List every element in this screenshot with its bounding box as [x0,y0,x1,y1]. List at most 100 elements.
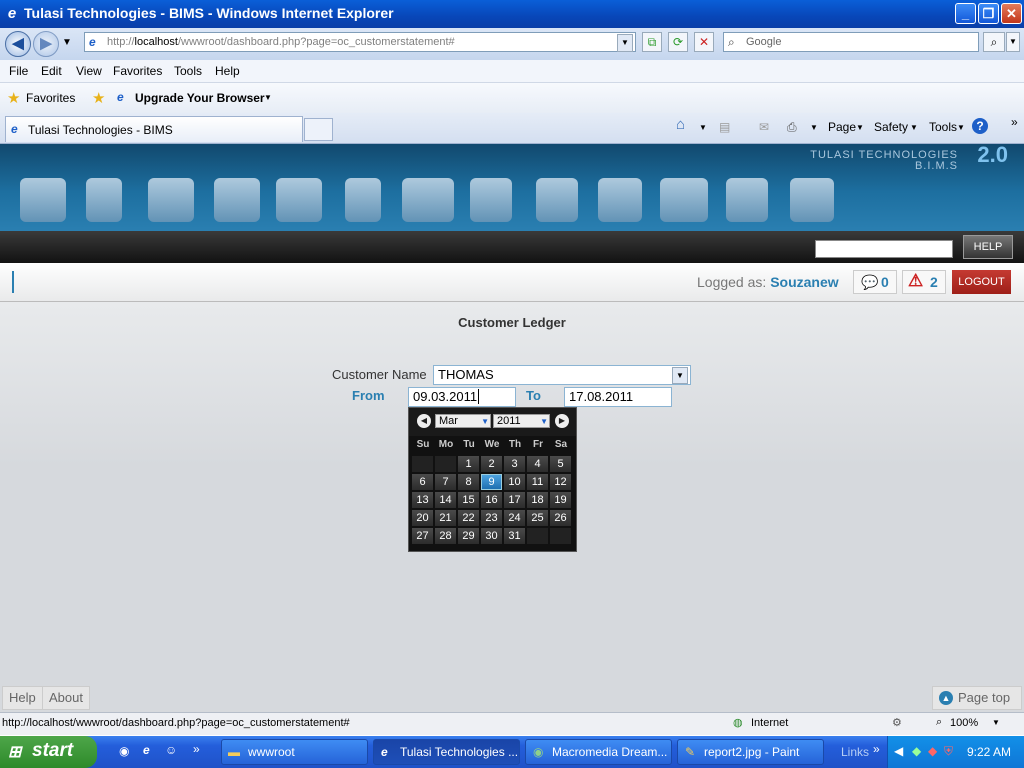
print-icon[interactable]: ⎙ [787,120,797,135]
calendar-day[interactable]: 6 [412,474,433,490]
back-button[interactable]: ◀ [5,31,31,57]
alerts-badge[interactable]: ⚠ 2 [902,270,946,294]
calendar-day[interactable]: 27 [412,528,433,544]
calendar-day[interactable]: 9 [481,474,502,490]
footer-about-link[interactable]: About [42,686,90,710]
ie-icon[interactable]: e [143,743,150,757]
minimize-button[interactable]: _ [955,3,976,24]
more-icon[interactable]: » [193,742,200,756]
month-select[interactable]: Mar ▼ [435,414,491,428]
compat-view-icon[interactable]: ⧉ [642,32,662,52]
smiley-icon[interactable]: ☺ [165,743,177,757]
new-tab-button[interactable] [304,118,333,141]
menu-favorites[interactable]: Favorites [113,64,162,78]
calendar-day[interactable]: 29 [458,528,479,544]
calendar-day[interactable]: 4 [527,456,548,472]
search-input[interactable]: ⌕ Google [723,32,979,52]
page-menu[interactable]: Page [828,120,856,134]
calendar-day[interactable]: 1 [458,456,479,472]
calendar-day[interactable]: 19 [550,492,571,508]
calendar-day[interactable]: 11 [527,474,548,490]
back-arrow-icon[interactable]: ◀ [894,744,903,758]
chevron-down-icon[interactable]: ▼ [810,123,818,132]
chevron-down-icon[interactable]: ▼ [672,367,688,384]
zoom-level[interactable]: 100% [950,717,978,729]
chevron-down-icon[interactable]: ▼ [699,123,707,132]
chevron-down-icon[interactable]: ▼ [264,93,272,102]
protected-mode-icon[interactable]: ⚙ [892,716,902,729]
mail-icon[interactable]: ✉ [759,120,769,134]
calendar-day[interactable]: 20 [412,510,433,526]
user-icon[interactable] [598,178,642,222]
database-add-icon[interactable] [536,178,578,222]
calendar-day[interactable]: 28 [435,528,456,544]
username[interactable]: Souzanew [770,274,838,290]
app-search-input[interactable] [815,240,953,258]
search-options-icon[interactable]: ▼ [1006,32,1020,52]
menu-help[interactable]: Help [215,64,240,78]
calendar-day[interactable]: 14 [435,492,456,508]
address-dropdown-icon[interactable]: ▼ [617,34,633,52]
calendar-day[interactable]: 12 [550,474,571,490]
user-icon[interactable] [790,178,834,222]
security-icon[interactable]: ◆ [928,744,937,758]
year-select[interactable]: 2011 ▼ [493,414,550,428]
chrome-icon[interactable]: ◉ [119,744,129,758]
safety-menu[interactable]: Safety [874,120,908,134]
tab-bims[interactable]: e Tulasi Technologies - BIMS [5,116,303,142]
help-button[interactable]: HELP [963,235,1013,259]
task-paint[interactable]: ✎ report2.jpg - Paint [677,739,824,765]
upgrade-browser-link[interactable]: Upgrade Your Browser [135,91,265,105]
prev-month-icon[interactable]: ◀ [417,414,431,428]
save-icon[interactable] [726,178,768,222]
calculator-icon[interactable] [345,178,381,222]
messages-badge[interactable]: 💬 0 [853,270,897,294]
calendar-day[interactable]: 8 [458,474,479,490]
menu-tools[interactable]: Tools [174,64,202,78]
task-ie-bims[interactable]: e Tulasi Technologies ... [373,739,520,765]
calendar-day[interactable]: 17 [504,492,525,508]
next-month-icon[interactable]: ▶ [555,414,569,428]
forward-button[interactable]: ▶ [33,31,59,57]
from-date-input[interactable]: 09.03.2011 [408,387,516,407]
shield-icon[interactable]: ⛨ [944,744,953,759]
monitor-icon[interactable] [148,178,194,222]
calendar-day[interactable]: 10 [504,474,525,490]
calendar-day[interactable]: 13 [412,492,433,508]
calendar-day[interactable]: 3 [504,456,525,472]
tools-menu[interactable]: Tools [929,120,957,134]
feeds-icon[interactable]: ▤ [719,120,730,134]
inventory-icon[interactable] [470,178,512,222]
history-dropdown-icon[interactable]: ▼ [62,37,72,48]
calendar-day[interactable]: 24 [504,510,525,526]
document-icon[interactable] [86,178,122,222]
calendar-day[interactable]: 18 [527,492,548,508]
customer-name-select[interactable]: THOMAS ▼ [433,365,691,385]
calendar-day[interactable]: 7 [435,474,456,490]
help-icon[interactable]: ? [972,118,988,134]
truck-icon[interactable] [402,178,454,222]
factory-icon[interactable] [214,178,260,222]
page-top-link[interactable]: ▲ Page top [932,686,1022,710]
calendar-day[interactable]: 22 [458,510,479,526]
footer-help-link[interactable]: Help [2,686,43,710]
restore-button[interactable]: ❐ [978,3,999,24]
menu-edit[interactable]: Edit [41,64,62,78]
calendar-day[interactable]: 23 [481,510,502,526]
refresh-icon[interactable]: ⟳ [668,32,688,52]
calendar-day[interactable]: 26 [550,510,571,526]
close-window-button[interactable]: ✕ [1001,3,1022,24]
menu-view[interactable]: View [76,64,102,78]
more-commands-icon[interactable]: » [1011,115,1018,129]
stop-icon[interactable]: ✕ [694,32,714,52]
calendar-day[interactable]: 21 [435,510,456,526]
calendar-day[interactable]: 5 [550,456,571,472]
calendar-day[interactable]: 2 [481,456,502,472]
calendar-day[interactable]: 31 [504,528,525,544]
home-icon[interactable]: ⌂ [676,116,685,133]
chevron-down-icon[interactable]: ▼ [992,718,1000,727]
task-dreamweaver[interactable]: ◉ Macromedia Dream... [525,739,672,765]
start-button[interactable]: ⊞ start [0,736,97,768]
logout-button[interactable]: LOGOUT [952,270,1011,294]
to-date-input[interactable]: 17.08.2011 [564,387,672,407]
